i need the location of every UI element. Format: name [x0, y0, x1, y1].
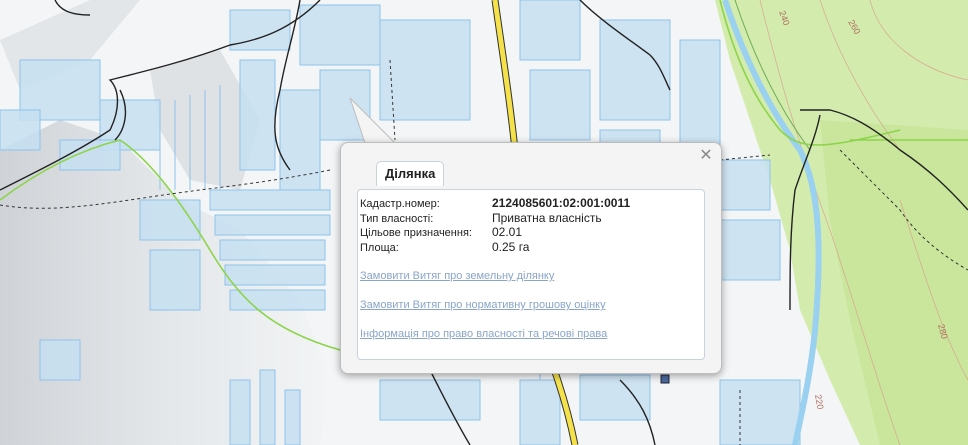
parcel-properties: Кадастр.номер: 2124085601:02:001:0011 Тип… — [360, 196, 630, 254]
tab-parcel[interactable]: Ділянка — [376, 161, 445, 186]
popup-links: Замовити Витяг про земельну ділянку Замо… — [360, 270, 607, 357]
purpose-value: 02.01 — [492, 225, 523, 239]
parcel-info-popup: ✕ Ділянка Кадастр.номер: 2124085601:02:00… — [340, 142, 722, 374]
property-row: Тип власності: Приватна власність — [360, 211, 630, 226]
ownership-type-label: Тип власності: — [360, 212, 434, 225]
order-valuation-extract-link[interactable]: Замовити Витяг про нормативну грошову оц… — [360, 299, 607, 311]
property-row: Площа: 0.25 га — [360, 240, 630, 255]
close-icon[interactable]: ✕ — [699, 147, 713, 163]
cadastral-number-value: 2124085601:02:001:0011 — [492, 196, 631, 210]
area-value: 0.25 га — [492, 239, 530, 254]
purpose-label: Цільове призначення: — [360, 227, 472, 239]
order-parcel-extract-link[interactable]: Замовити Витяг про земельну ділянку — [360, 270, 607, 282]
parcel-panel: Кадастр.номер: 2124085601:02:001:0011 Тип… — [357, 189, 705, 360]
area-label: Площа: — [360, 241, 399, 254]
property-row: Кадастр.номер: 2124085601:02:001:0011 — [360, 196, 630, 211]
cadastral-number-label: Кадастр.номер: — [360, 198, 440, 210]
ownership-type-value: Приватна власність — [492, 210, 602, 225]
map-marker[interactable] — [660, 374, 670, 384]
ownership-rights-info-link[interactable]: Інформація про право власності та речові… — [360, 328, 607, 340]
property-row: Цільове призначення: 02.01 — [360, 225, 630, 240]
